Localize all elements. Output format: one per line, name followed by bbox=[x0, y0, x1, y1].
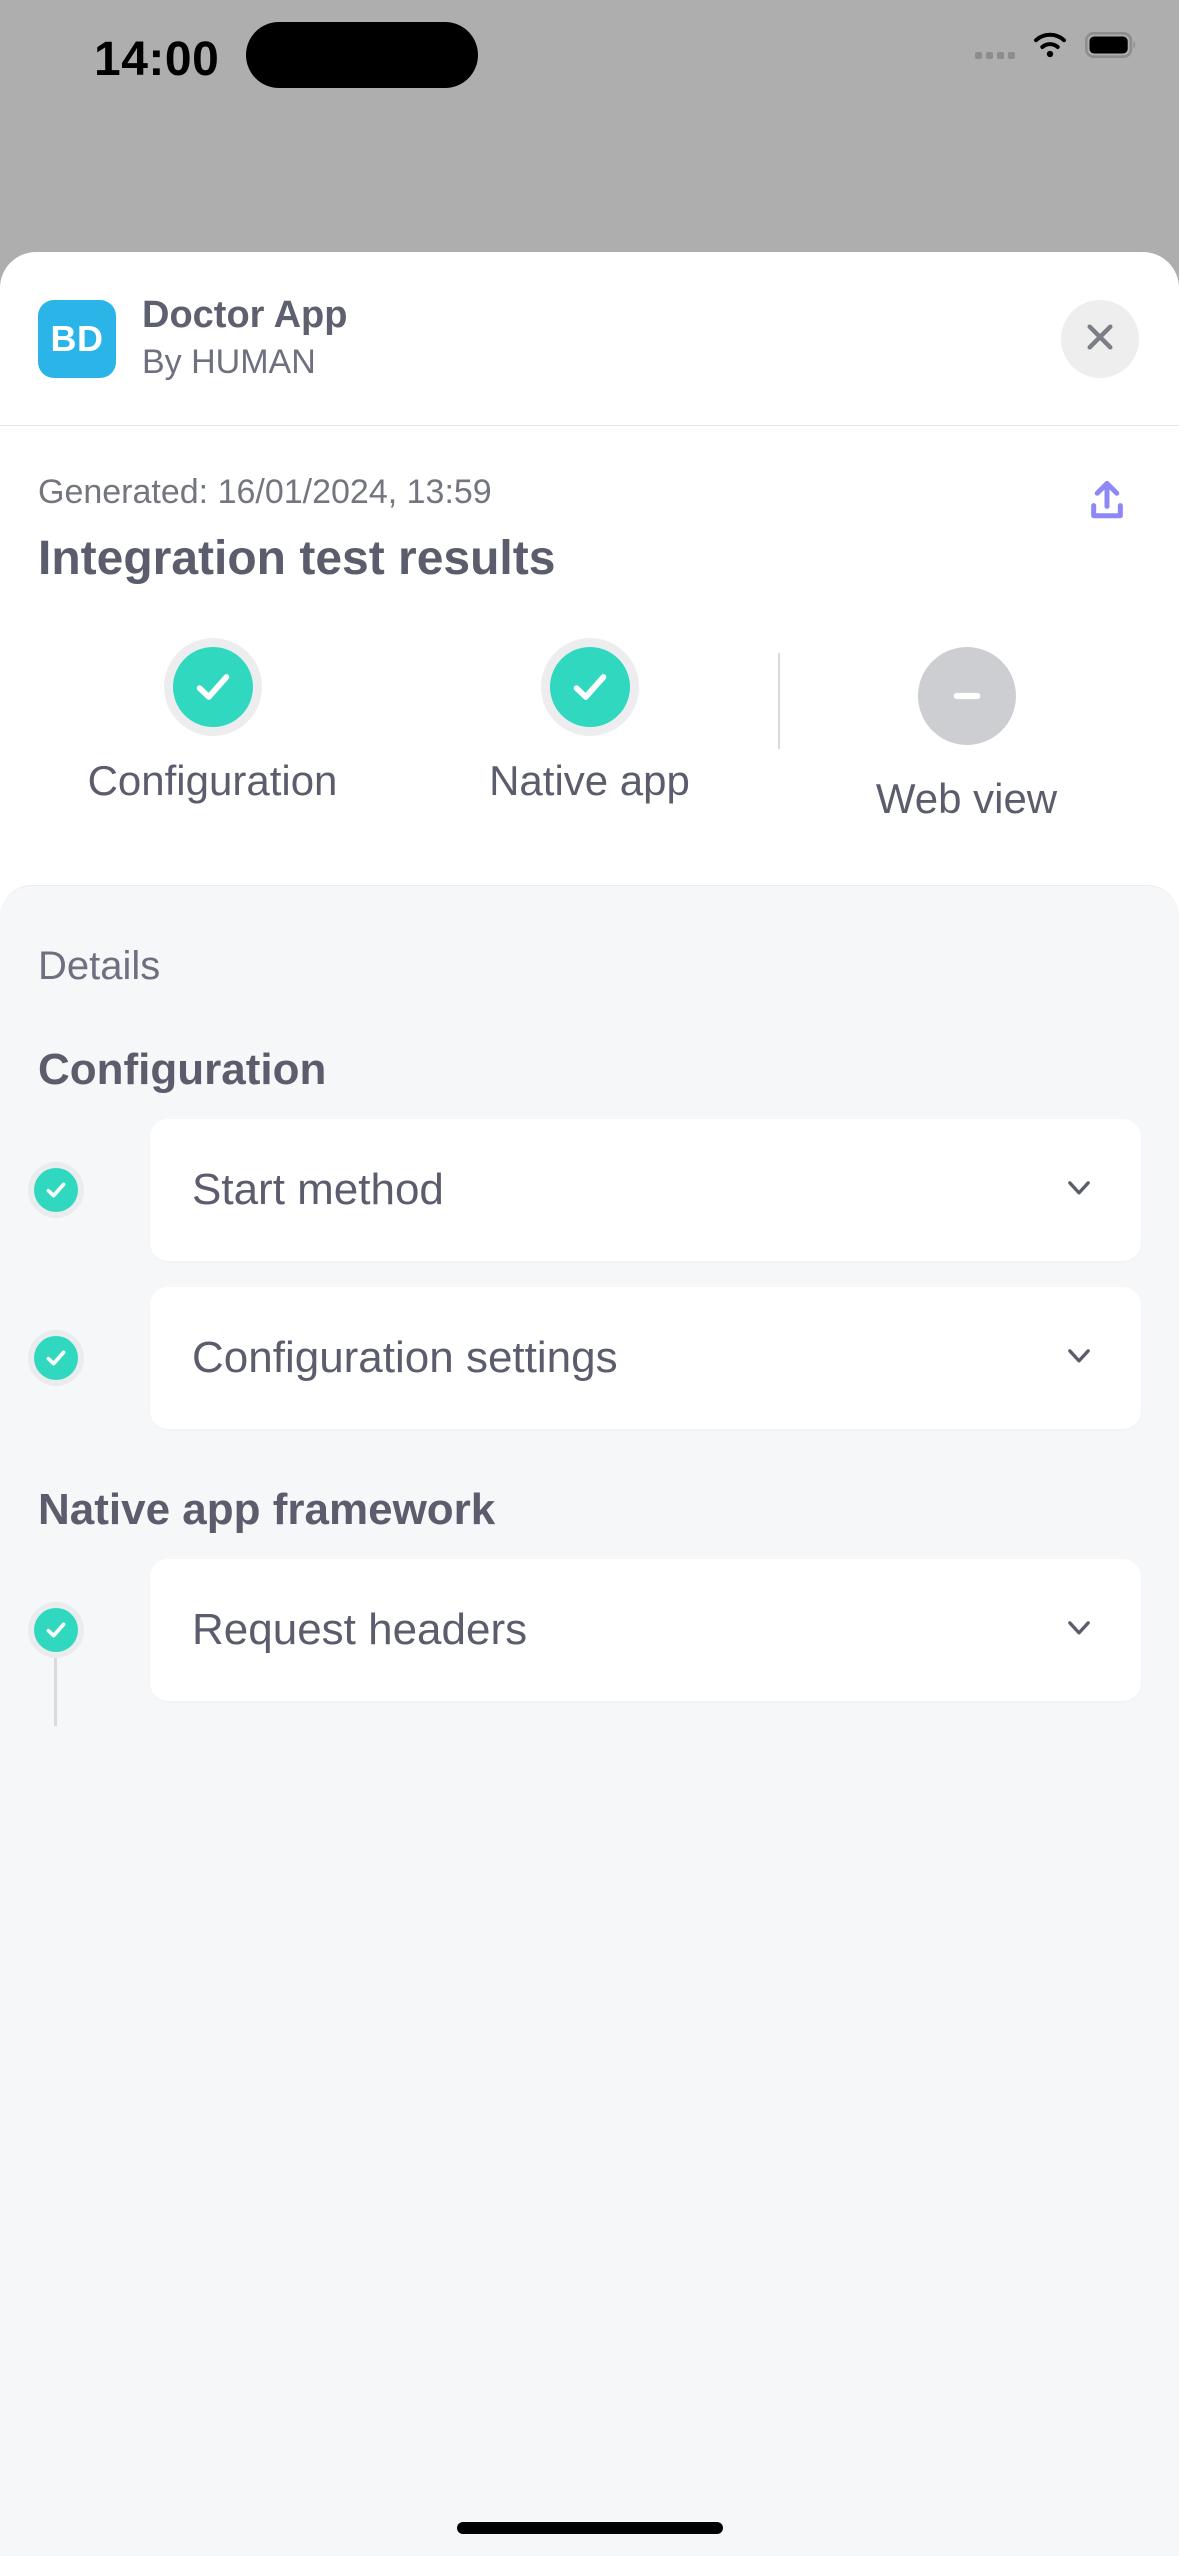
chevron-down-icon[interactable] bbox=[1059, 1167, 1099, 1212]
dynamic-island bbox=[246, 22, 478, 88]
summary-label: Configuration bbox=[87, 756, 338, 804]
check-icon bbox=[172, 646, 253, 727]
section-rows-configuration: Start method Configuration settings bbox=[0, 1118, 1179, 1429]
sheet-header: BD Doctor App By HUMAN bbox=[0, 252, 1179, 426]
chevron-down-icon[interactable] bbox=[1059, 1607, 1099, 1652]
row-card[interactable]: Configuration settings bbox=[150, 1286, 1141, 1429]
status-bar-time: 14:00 bbox=[94, 33, 220, 86]
section-title-configuration: Configuration bbox=[38, 1044, 327, 1094]
check-icon bbox=[34, 1167, 78, 1212]
summary-item-web-view[interactable]: Web view bbox=[778, 646, 1155, 823]
row-card[interactable]: Start method bbox=[150, 1118, 1141, 1261]
upload-icon bbox=[1082, 476, 1132, 529]
row-label: Start method bbox=[192, 1164, 444, 1214]
status-bar: 14:00 bbox=[0, 0, 1179, 118]
list-item[interactable]: Configuration settings bbox=[0, 1286, 1179, 1429]
generated-timestamp: Generated: 16/01/2024, 13:59 bbox=[38, 473, 492, 511]
report-sheet: BD Doctor App By HUMAN Generated: 16/01/… bbox=[0, 252, 1179, 2556]
cellular-dots-icon bbox=[975, 37, 1015, 59]
phone-screen: 14:00 BD Doctor App By HUMAN Generated: … bbox=[0, 0, 1179, 2556]
minus-icon bbox=[917, 646, 1016, 745]
check-icon bbox=[34, 1335, 78, 1380]
summary-item-configuration[interactable]: Configuration bbox=[24, 646, 401, 805]
status-bar-indicators bbox=[975, 30, 1137, 65]
details-panel: Details Configuration Start method Confi… bbox=[0, 884, 1179, 2556]
list-item[interactable]: Start method bbox=[0, 1118, 1179, 1261]
battery-icon bbox=[1084, 31, 1137, 64]
section-rows-native-app-framework: Request headers bbox=[0, 1558, 1179, 1726]
close-icon bbox=[1081, 318, 1119, 359]
app-icon-badge: BD bbox=[38, 299, 116, 378]
close-button[interactable] bbox=[1061, 299, 1139, 378]
app-meta: Doctor App By HUMAN bbox=[142, 294, 347, 382]
summary-label: Web view bbox=[875, 774, 1058, 822]
row-label: Request headers bbox=[192, 1604, 528, 1654]
app-title: Doctor App bbox=[142, 294, 348, 337]
home-indicator[interactable] bbox=[456, 2522, 723, 2534]
summary-status-row: Configuration Native app Web view bbox=[0, 589, 1179, 823]
details-label: Details bbox=[38, 943, 161, 988]
app-author: By HUMAN bbox=[142, 342, 316, 381]
report-header: Generated: 16/01/2024, 13:59 Integration… bbox=[0, 426, 1179, 589]
page-title: Integration test results bbox=[38, 531, 556, 585]
summary-label: Native app bbox=[489, 756, 690, 804]
row-label: Configuration settings bbox=[192, 1332, 618, 1382]
wifi-icon bbox=[1029, 30, 1071, 65]
list-item[interactable]: Request headers bbox=[0, 1558, 1179, 1726]
chevron-down-icon[interactable] bbox=[1059, 1335, 1099, 1380]
check-icon bbox=[549, 646, 630, 727]
check-icon bbox=[34, 1607, 78, 1652]
section-title-native-app-framework: Native app framework bbox=[38, 1484, 496, 1534]
summary-item-native-app[interactable]: Native app bbox=[401, 646, 778, 805]
row-card[interactable]: Request headers bbox=[150, 1558, 1141, 1701]
share-button[interactable] bbox=[1073, 468, 1141, 536]
